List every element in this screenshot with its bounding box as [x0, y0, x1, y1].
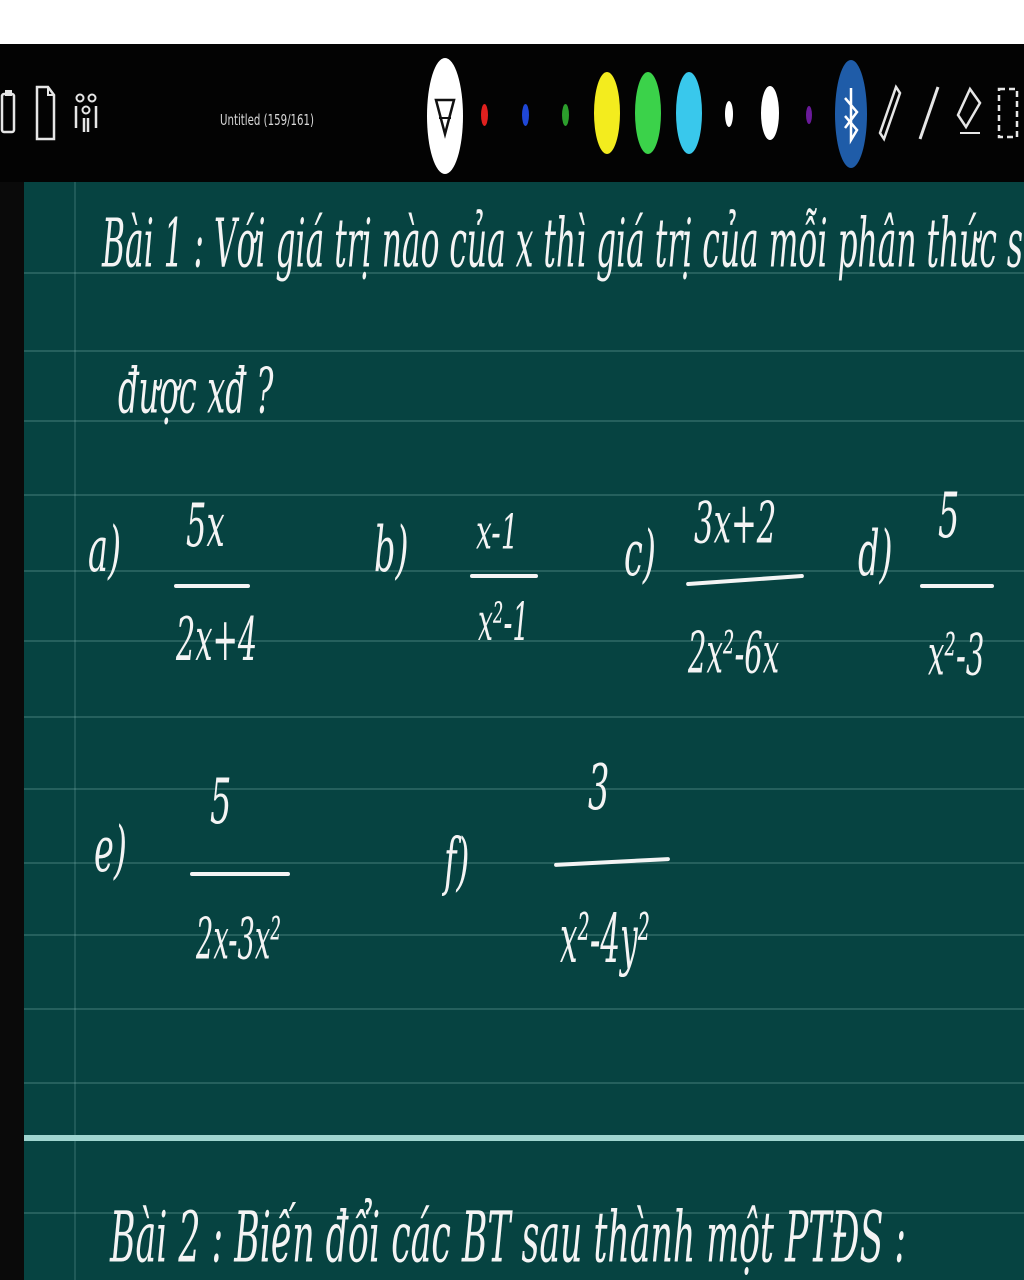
- whiteboard-canvas[interactable]: Bài 1 : Với giá trị nào của x thì giá tr…: [24, 182, 1024, 1280]
- selection-icon[interactable]: [996, 80, 1020, 146]
- ruled-line: [24, 716, 1024, 718]
- whiteboard-toolbar: [0, 44, 1024, 182]
- problem-1-title: Bài 1 : Với giá trị nào của x thì giá tr…: [102, 204, 1024, 283]
- item-e-fraction-bar: [190, 872, 290, 876]
- bluetooth-icon[interactable]: [833, 58, 869, 170]
- item-d-numerator: 5: [938, 479, 960, 553]
- people-icon[interactable]: [74, 80, 98, 146]
- pen-color-purple[interactable]: [806, 106, 812, 124]
- page-icon[interactable]: [34, 80, 56, 146]
- font-icon[interactable]: [425, 56, 465, 176]
- item-c-denominator: 2x²-6x: [688, 620, 780, 687]
- window-top-strip: [0, 0, 1024, 44]
- pen-color-blue[interactable]: [522, 104, 529, 126]
- item-c-label: c): [624, 517, 656, 591]
- ruled-line: [24, 1008, 1024, 1010]
- ruled-line: [24, 1082, 1024, 1084]
- pen-icon[interactable]: [878, 80, 902, 146]
- pen-color-green-small[interactable]: [562, 104, 569, 126]
- pen-color-red[interactable]: [481, 104, 488, 126]
- ruled-line: [24, 494, 1024, 496]
- pen-color-white-small[interactable]: [725, 101, 733, 127]
- item-e-numerator: 5: [210, 765, 232, 839]
- ruled-line: [24, 788, 1024, 790]
- item-f-numerator: 3: [588, 751, 610, 825]
- problem-2-title: Bài 2 : Biến đổi các BT sau thành một PT…: [110, 1197, 907, 1280]
- item-b-numerator: x-1: [476, 505, 519, 561]
- item-c-fraction-bar: [686, 573, 804, 587]
- item-a-fraction-bar: [174, 584, 250, 588]
- item-d-fraction-bar: [920, 584, 994, 588]
- ruled-line: [24, 350, 1024, 352]
- item-f-denominator: x²-4y²: [560, 899, 651, 979]
- item-b-label: b): [374, 513, 409, 587]
- item-f-label: f): [444, 825, 470, 899]
- item-a-numerator: 5x: [186, 489, 225, 561]
- left-edge-strip: [0, 182, 24, 1280]
- ruled-line: [24, 934, 1024, 936]
- section-divider: [24, 1135, 1024, 1141]
- item-a-label: a): [88, 513, 122, 587]
- pen-color-cyan[interactable]: [676, 72, 702, 154]
- pen-color-yellow[interactable]: [594, 72, 620, 154]
- pen-color-green[interactable]: [635, 72, 661, 154]
- line-icon[interactable]: [918, 80, 940, 146]
- item-c-numerator: 3x+2: [694, 490, 777, 557]
- item-a-denominator: 2x+4: [176, 603, 258, 675]
- item-b-fraction-bar: [470, 574, 538, 578]
- document-title: Untitled (159/161): [220, 111, 314, 129]
- item-b-denominator: x²-1: [478, 593, 530, 653]
- clipboard-icon[interactable]: [0, 80, 18, 146]
- ruled-line: [24, 862, 1024, 864]
- item-d-label: d): [858, 517, 893, 591]
- item-d-denominator: x²-3: [928, 622, 985, 689]
- problem-1-continuation: được xđ ?: [118, 356, 274, 428]
- margin-line: [74, 182, 76, 1280]
- item-e-label: e): [94, 813, 127, 887]
- item-e-denominator: 2x-3x²: [196, 906, 282, 973]
- pen-color-white[interactable]: [761, 86, 779, 140]
- eraser-icon[interactable]: [956, 80, 982, 146]
